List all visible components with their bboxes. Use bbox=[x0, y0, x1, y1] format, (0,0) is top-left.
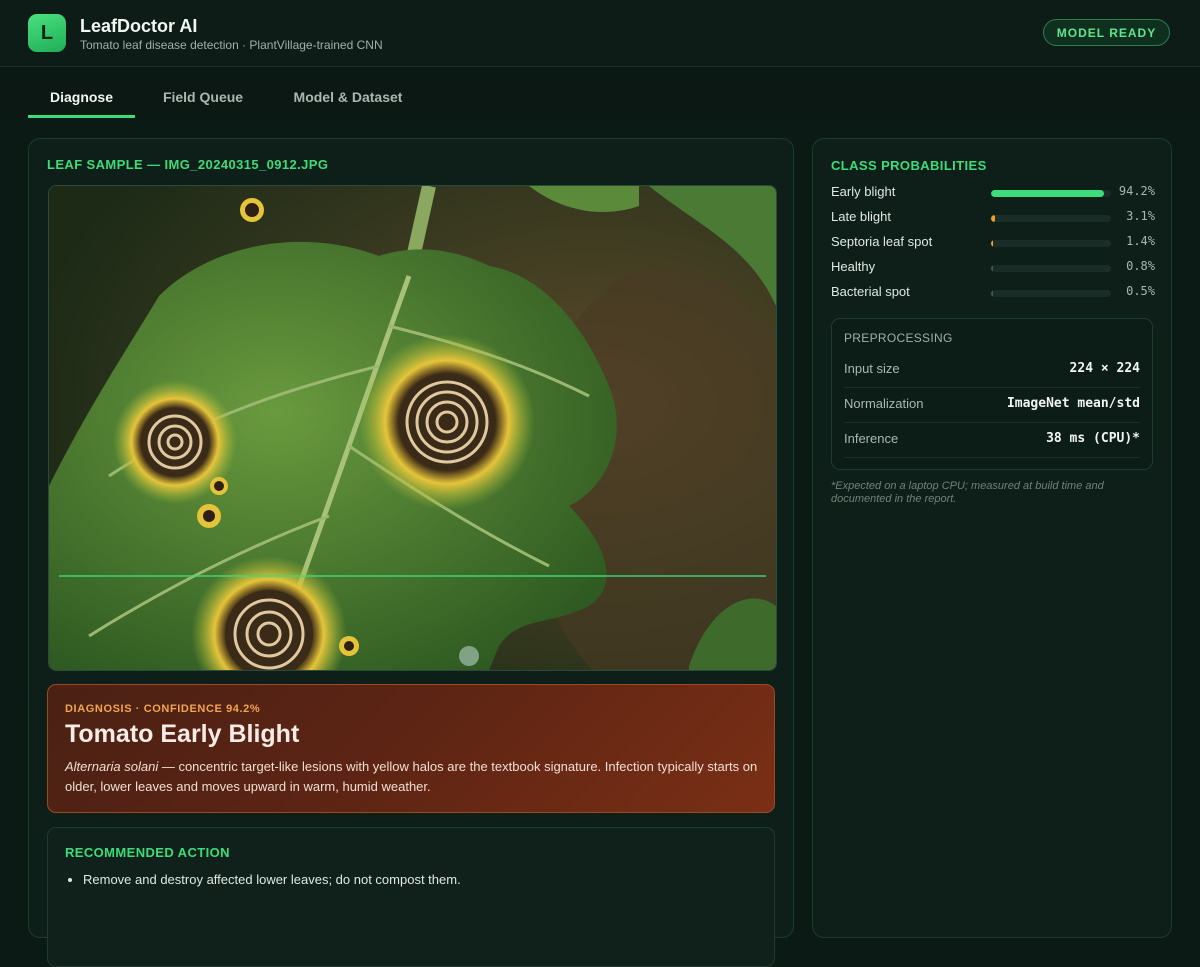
preprocessing-row-normalization: Normalization ImageNet mean/std bbox=[844, 387, 1140, 423]
leaf-photo-icon bbox=[49, 186, 776, 670]
app-title: LeafDoctor AI bbox=[80, 16, 198, 36]
class-name: Septoria leaf spot bbox=[831, 234, 933, 249]
probability-bar-fill bbox=[991, 240, 993, 247]
class-name: Early blight bbox=[831, 184, 896, 199]
pathogen-name: Alternaria solani bbox=[65, 759, 159, 774]
probability-bar-track bbox=[991, 290, 1111, 297]
probability-row: Bacterial spot 0.5% bbox=[831, 284, 1155, 302]
tab-diagnose[interactable]: Diagnose bbox=[28, 67, 135, 118]
probability-bar-fill bbox=[991, 215, 995, 222]
tab-bar: Diagnose Field Queue Model & Dataset bbox=[0, 67, 1200, 118]
diagnosis-description: Alternaria solani — concentric target-li… bbox=[65, 757, 765, 797]
probability-row: Healthy 0.8% bbox=[831, 259, 1155, 277]
probability-bar-fill bbox=[991, 265, 993, 272]
action-list: Remove and destroy affected lower leaves… bbox=[65, 870, 773, 895]
class-name: Bacterial spot bbox=[831, 284, 910, 299]
model-status-badge: MODEL READY bbox=[1043, 19, 1170, 46]
class-probability: 0.5% bbox=[1126, 284, 1155, 298]
recommended-action-label: RECOMMENDED ACTION bbox=[65, 845, 230, 860]
app-logo: L bbox=[28, 14, 66, 52]
probability-bar-track bbox=[991, 215, 1111, 222]
recommended-action-card: RECOMMENDED ACTION Remove and destroy af… bbox=[47, 827, 775, 967]
probability-row: Late blight 3.1% bbox=[831, 209, 1155, 227]
class-probability: 0.8% bbox=[1126, 259, 1155, 273]
preprocessing-row-inference: Inference 38 ms (CPU)* bbox=[844, 422, 1140, 458]
class-probabilities-label: CLASS PROBABILITIES bbox=[831, 158, 987, 173]
preprocessing-key: Input size bbox=[844, 361, 900, 376]
preprocessing-value: ImageNet mean/std bbox=[1006, 396, 1140, 411]
preprocessing-footnote: *Expected on a laptop CPU; measured at b… bbox=[831, 480, 1104, 505]
probability-bar-track bbox=[991, 240, 1111, 247]
probability-row: Septoria leaf spot 1.4% bbox=[831, 234, 1155, 252]
preprocessing-value: 38 ms (CPU)* bbox=[1046, 431, 1140, 446]
preprocessing-title: PREPROCESSING bbox=[844, 331, 953, 345]
tab-field-queue[interactable]: Field Queue bbox=[148, 67, 258, 118]
preprocessing-row-input-size: Input size 224 × 224 bbox=[844, 352, 1140, 388]
preprocessing-key: Normalization bbox=[844, 396, 924, 411]
diagnosis-details: — concentric target-like lesions with ye… bbox=[65, 759, 758, 794]
action-item: Remove and destroy affected lower leaves… bbox=[83, 870, 773, 890]
preprocessing-value: 224 × 224 bbox=[1069, 361, 1140, 376]
probability-bar-fill bbox=[991, 290, 993, 297]
class-name: Late blight bbox=[831, 209, 891, 224]
app-header: L LeafDoctor AI Tomato leaf disease dete… bbox=[0, 0, 1200, 67]
class-probability: 3.1% bbox=[1126, 209, 1155, 223]
class-name: Healthy bbox=[831, 259, 876, 274]
diagnosis-confidence: DIAGNOSIS · CONFIDENCE 94.2% bbox=[65, 703, 261, 715]
tab-model-dataset[interactable]: Model & Dataset bbox=[278, 67, 418, 118]
probability-bar-track bbox=[991, 265, 1111, 272]
sample-label: LEAF SAMPLE — IMG_20240315_0912.JPG bbox=[47, 157, 329, 172]
preprocessing-key: Inference bbox=[844, 431, 899, 446]
probability-row: Early blight 94.2% bbox=[831, 184, 1155, 202]
class-probability: 94.2% bbox=[1118, 184, 1155, 198]
results-panel: CLASS PROBABILITIES Early blight 94.2% Lat… bbox=[812, 138, 1172, 938]
preprocessing-card: PREPROCESSING Input size 224 × 224 Norma… bbox=[831, 318, 1153, 470]
leaf-sample-image bbox=[48, 185, 777, 671]
diagnose-panel: LEAF SAMPLE — IMG_20240315_0912.JPG DIAG… bbox=[28, 138, 794, 967]
probability-bar-track bbox=[991, 190, 1111, 197]
class-probability: 1.4% bbox=[1126, 234, 1155, 248]
probability-bar-fill bbox=[991, 190, 1105, 197]
diagnosis-title: Tomato Early Blight bbox=[65, 720, 300, 748]
diagnosis-card: DIAGNOSIS · CONFIDENCE 94.2% Tomato Earl… bbox=[47, 684, 775, 813]
app-subtitle: Tomato leaf disease detection · PlantVil… bbox=[80, 38, 383, 52]
